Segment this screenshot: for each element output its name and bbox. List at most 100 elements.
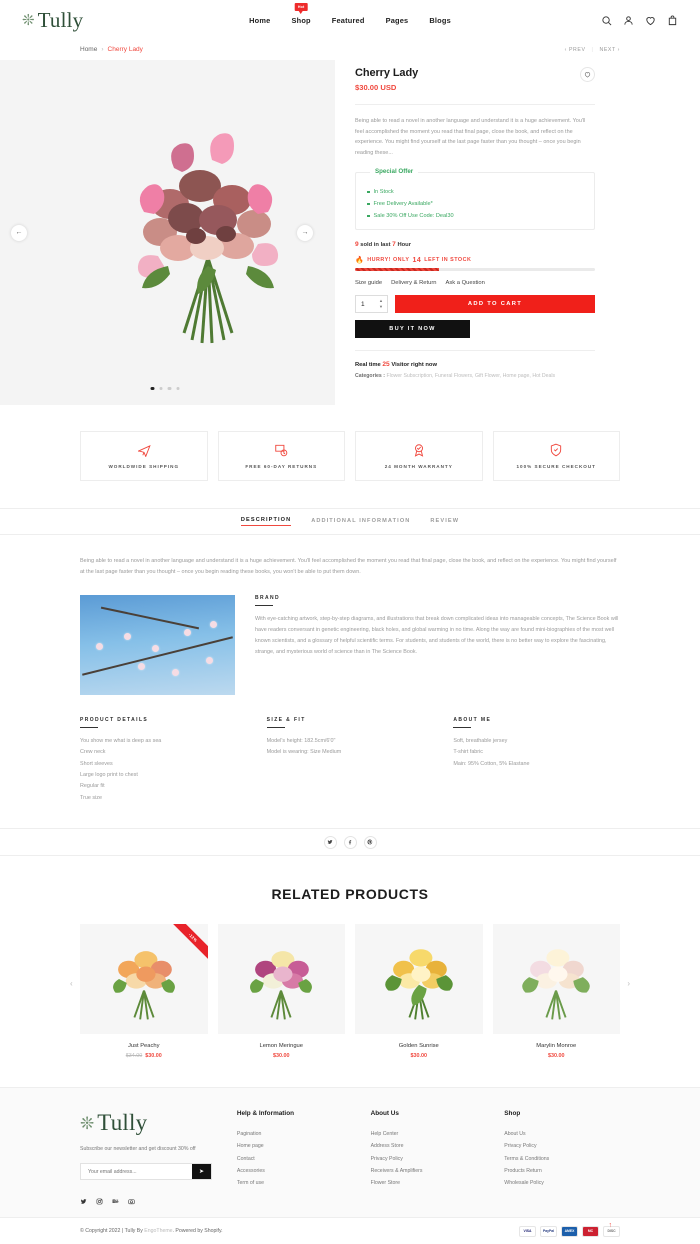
tab-panel-description: Being able to read a novel in another la… [80,535,620,804]
spec-item: Model is wearing: Size Medium [266,749,342,756]
categories-label: Categories : [355,373,385,380]
ask-question-link[interactable]: Ask a Question [446,280,485,286]
nav-item-shop[interactable]: Hot Shop [291,2,311,25]
footer-link[interactable]: Contact [237,1153,353,1165]
feature-badges: WORLDWIDE SHIPPING FREE 60-DAY RETURNS 2… [80,431,620,481]
footer-link[interactable]: Accessories [237,1165,353,1177]
footer-link[interactable]: Home page [237,1140,353,1152]
footer-link[interactable]: Address Store [371,1140,487,1152]
breadcrumb-home[interactable]: Home [80,46,97,53]
delivery-return-link[interactable]: Delivery & Return [391,280,436,286]
twitter-icon[interactable] [80,1192,87,1205]
quantity-increment[interactable]: ▲ [379,299,383,303]
heart-icon[interactable] [645,15,656,26]
tab-description[interactable]: DESCRIPTION [240,517,292,526]
spec-columns: PRODUCT DETAILS You show me what is deep… [80,717,620,805]
gallery-next-button[interactable]: → [297,224,313,241]
related-product-card[interactable]: Golden Sunrise $30.00 [355,924,483,1059]
gallery-dot[interactable] [159,386,163,390]
behance-icon[interactable] [112,1192,119,1204]
nav-item-featured[interactable]: Featured [332,16,365,25]
product-pager: ‹ PREV | NEXT › [565,47,620,53]
footer-link[interactable]: Products Return [504,1165,620,1177]
facebook-icon[interactable] [343,835,357,849]
spec-heading: ABOUT ME [453,716,492,723]
instagram-icon[interactable] [96,1192,103,1205]
related-product-image[interactable] [217,924,345,1035]
arrow-up-icon[interactable]: ↑ [609,1222,613,1229]
tab-additional-information[interactable]: ADDITIONAL INFORMATION [311,518,410,526]
footer-link[interactable]: Receivers & Amplifiers [371,1165,487,1177]
stock-warning-prefix: HURRY! ONLY [367,257,410,264]
arrow-left-icon: ← [15,229,23,236]
newsletter-submit-button[interactable]: ➤ [192,1164,211,1180]
tab-review[interactable]: REVIEW [430,518,459,526]
related-next-button[interactable]: › [627,979,630,988]
twitter-icon[interactable] [323,835,337,849]
spec-column-size-fit: SIZE & FIT Model's height: 182.5cm/6'0" … [266,717,434,805]
camera-icon[interactable] [128,1192,135,1205]
buy-it-now-button[interactable]: BUY IT NOW [355,320,470,339]
quantity-stepper[interactable]: 1 ▲ ▼ [355,295,388,314]
footer-heading: Shop [504,1110,521,1118]
bullet-icon [367,190,370,194]
bag-icon[interactable] [667,15,678,26]
related-prev-button[interactable]: ‹ [70,979,73,988]
wishlist-button[interactable] [580,67,595,82]
search-icon[interactable] [601,15,612,26]
footer-link[interactable]: Term of use [237,1177,353,1189]
nav-item-pages[interactable]: Pages [386,16,409,25]
footer-link[interactable]: Pagination [237,1128,353,1140]
related-product-image[interactable] [355,924,483,1035]
related-product-card[interactable]: Lemon Meringue $30.00 [217,924,345,1060]
add-to-cart-button[interactable]: ADD TO CART [395,295,595,314]
blossom-shape [138,662,145,670]
related-product-name: Marylin Monroe [536,1043,577,1050]
nav-item-home[interactable]: Home [249,16,270,25]
gallery-dot[interactable] [150,386,154,390]
related-product-card[interactable]: Marylin Monroe $30.00 [492,924,620,1059]
bouquet-thumb [250,951,313,1020]
logo[interactable]: ❊ Tully [22,8,202,33]
next-product-link[interactable]: NEXT › [599,47,620,53]
related-product-image[interactable] [492,924,620,1035]
gallery-dot[interactable] [167,386,171,390]
size-guide-link[interactable]: Size guide [355,280,382,286]
heading-rule [266,726,285,729]
heading-rule [80,726,98,729]
footer-link[interactable]: Flower Store [371,1177,487,1189]
blossom-shape [184,628,191,636]
spec-item: True size [80,794,102,801]
footer-link[interactable]: Wholesale Policy [504,1177,620,1189]
email-input[interactable] [81,1164,192,1180]
categories-value: Flower Subscription, Funeral Flowers, Gi… [386,373,556,380]
related-product-image[interactable]: -12% [80,924,208,1035]
footer-link[interactable]: About Us [504,1128,620,1140]
related-product-old-price: $34.00 [125,1053,143,1060]
footer-logo[interactable]: ❊ Tully [80,1110,219,1136]
flower-icon: ❊ [22,11,35,29]
bouquet-thumb [384,949,453,1020]
plane-icon [137,443,151,458]
pinterest-icon[interactable] [363,835,377,849]
footer-link[interactable]: Privacy Policy [371,1153,487,1165]
product-price: $30.00 USD [355,83,397,92]
product-short-description: Being able to read a novel in another la… [355,104,595,159]
feature-label: WORLDWIDE SHIPPING [108,464,180,469]
footer-link[interactable]: Help Center [371,1128,487,1140]
nav-item-blogs[interactable]: Blogs [429,16,451,25]
payment-icon-paypal: PayPal [540,1225,557,1237]
gallery-dot[interactable] [176,386,180,390]
footer-link[interactable]: Privacy Policy [504,1140,620,1152]
gallery-prev-button[interactable]: ← [11,224,27,241]
user-icon[interactable] [623,15,634,26]
quantity-decrement[interactable]: ▼ [379,305,383,309]
related-product-current-price: $30.00 [273,1053,290,1060]
prev-product-link[interactable]: ‹ PREV [565,47,586,53]
flower-icon: ❊ [80,1113,95,1133]
logo-text: Tully [37,7,84,32]
stock-progress-bar [355,268,595,272]
copyright-brand: EngoTheme [144,1228,173,1235]
related-product-card[interactable]: -12% Just Peachy $34.00 $30.00 [80,924,208,1059]
footer-link[interactable]: Terms & Conditions [504,1153,620,1165]
